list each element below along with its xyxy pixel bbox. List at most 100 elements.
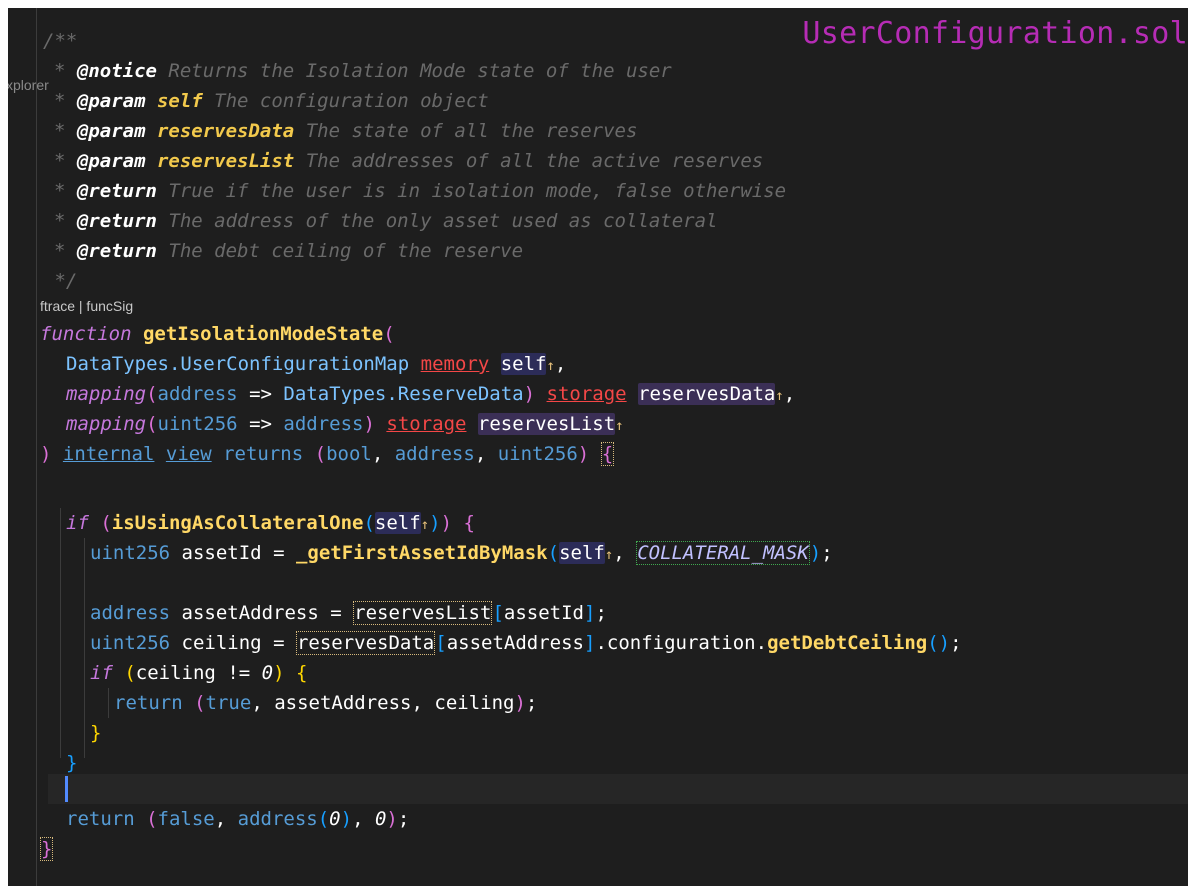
code-line: * @param reservesData The state of all t… [54, 120, 638, 142]
code-line: * @return True if the user is in isolati… [54, 180, 787, 202]
mapping-keyword: mapping [66, 383, 147, 405]
variable-ceiling: ceiling [135, 662, 216, 684]
notice-tag: @notice [76, 60, 157, 82]
mapping-keyword: mapping [66, 413, 147, 435]
number-literal: 0 [261, 662, 274, 684]
text-cursor [65, 776, 68, 802]
comment-close: */ [43, 270, 78, 292]
code-line: address assetAddress = reservesList[asse… [90, 601, 607, 625]
address-keyword: address [237, 808, 318, 830]
code-line: */ [8, 266, 1188, 296]
function-keyword: function [40, 323, 132, 345]
if-keyword: if [66, 512, 89, 534]
number-literal: 0 [329, 808, 341, 830]
reference-marker: ↑ [615, 418, 624, 434]
view-keyword: view [165, 443, 212, 465]
reference-marker: ↑ [420, 517, 430, 533]
member-configuration: configuration [606, 632, 756, 654]
variable-asset-id: assetId [181, 542, 262, 564]
notice-text: Returns the Isolation Mode state of the … [156, 60, 672, 82]
code-line: } [66, 752, 78, 774]
function-call: isUsingAsCollateralOne [111, 512, 364, 534]
return-text: The address of the only asset used as co… [156, 210, 718, 232]
code-editor[interactable]: UserConfiguration.sol xplorer /** * @not… [8, 8, 1188, 886]
function-call: getDebtCeiling [767, 632, 928, 654]
assign-op: = [273, 542, 285, 564]
code-line: mapping(address => DataTypes.ReserveData… [66, 383, 796, 405]
code-line: if (ceiling != 0) { [90, 662, 308, 684]
variable-ceiling: ceiling [434, 692, 515, 714]
code-line: } [90, 722, 102, 744]
code-line: DataTypes.UserConfigurationMap memory se… [66, 353, 567, 375]
uint256-keyword: uint256 [157, 413, 238, 435]
number-literal: 0 [374, 808, 387, 830]
param-name: reservesList [145, 150, 295, 172]
codelens[interactable]: ftrace | funcSig [8, 295, 1188, 317]
code-line: mapping(uint256 => address) storage rese… [66, 413, 624, 435]
param-self: self [374, 512, 421, 534]
code-line: * @return The debt ceiling of the reserv… [54, 240, 524, 262]
code-line: * @param self The configuration object [54, 90, 489, 112]
return-tag: @return [76, 240, 157, 262]
comment-open: /** [43, 30, 78, 52]
address-keyword: address [394, 443, 475, 465]
variable-asset-address: assetAddress [181, 602, 319, 624]
constant-collateral-mask: COLLATERAL_MASK [636, 541, 810, 565]
param-self: self [559, 542, 605, 564]
code-line: * @param reservesList The addresses of a… [54, 150, 764, 172]
assign-op: = [273, 632, 285, 654]
param-tag: @param [76, 90, 146, 112]
code-line: return (true, assetAddress, ceiling); [114, 692, 538, 714]
internal-keyword: internal [62, 443, 155, 465]
variable-ceiling: ceiling [181, 632, 262, 654]
return-keyword: return [66, 808, 135, 830]
variable-asset-address: assetAddress [446, 632, 584, 654]
true-literal: true [205, 692, 252, 714]
param-tag: @param [76, 120, 146, 142]
param-tag: @param [76, 150, 146, 172]
code-line: * @return The address of the only asset … [54, 210, 718, 232]
code-line: /** [8, 26, 1188, 56]
address-keyword: address [90, 602, 171, 624]
map-arrow: => [249, 413, 272, 435]
uint256-keyword: uint256 [497, 443, 578, 465]
code-line: return (false, address(0), 0); [66, 808, 410, 830]
reference-marker: ↑ [775, 388, 784, 404]
data-location: storage [546, 383, 627, 405]
returns-keyword: returns [223, 443, 304, 465]
code-line: if (isUsingAsCollateralOne(self↑)) { [66, 512, 475, 534]
return-text: True if the user is in isolation mode, f… [156, 180, 787, 202]
variable-asset-id: assetId [503, 602, 584, 624]
code-line: * @notice Returns the Isolation Mode sta… [54, 60, 672, 82]
neq-op: != [227, 662, 251, 684]
if-keyword: if [90, 662, 113, 684]
param-self: self [500, 353, 547, 375]
param-text: The state of all the reserves [294, 120, 638, 142]
param-reserves-data: reservesData [638, 383, 776, 405]
map-arrow: => [249, 383, 272, 405]
param-name: reservesData [145, 120, 295, 142]
false-literal: false [157, 808, 215, 830]
reference-marker: ↑ [546, 358, 555, 374]
param-text: The configuration object [202, 90, 489, 112]
code-line: ) internal view returns (bool, address, … [40, 442, 615, 466]
current-line-highlight [48, 774, 1188, 804]
param-reserves-list: reservesList [353, 601, 493, 625]
return-keyword: return [114, 692, 183, 714]
address-keyword: address [157, 383, 238, 405]
data-location: memory [420, 353, 490, 375]
return-text: The debt ceiling of the reserve [156, 240, 524, 262]
type-name: DataTypes.UserConfigurationMap [66, 353, 410, 375]
type-name: DataTypes.ReserveData [283, 383, 524, 405]
code-line: } [40, 837, 54, 861]
param-text: The addresses of all the active reserves [294, 150, 764, 172]
code-line: uint256 ceiling = reservesData[assetAddr… [90, 631, 962, 655]
assign-op: = [330, 602, 342, 624]
uint256-keyword: uint256 [90, 542, 171, 564]
function-call: _getFirstAssetIdByMask [295, 542, 548, 564]
param-name: self [145, 90, 203, 112]
bool-keyword: bool [326, 443, 372, 465]
param-reserves-data: reservesData [295, 631, 436, 655]
return-tag: @return [76, 210, 157, 232]
code-line: function getIsolationModeState( [40, 323, 395, 345]
